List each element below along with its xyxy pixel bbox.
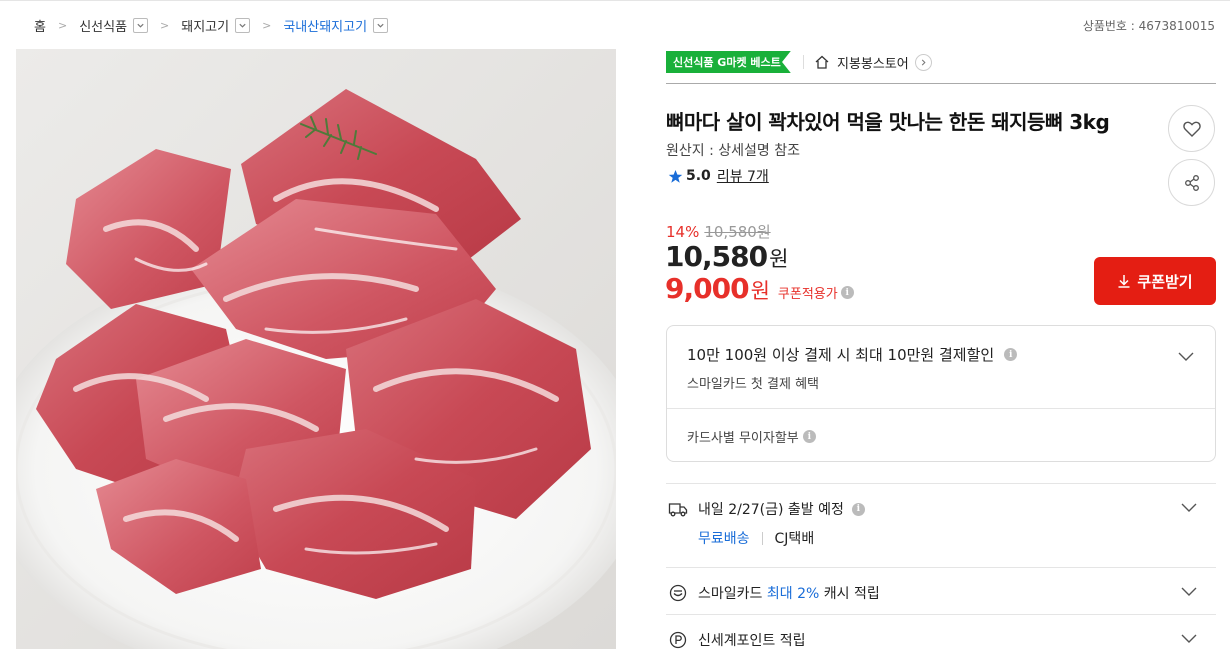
product-image[interactable] <box>16 49 616 649</box>
chevron-right-icon[interactable] <box>914 53 932 71</box>
download-icon <box>1118 275 1130 288</box>
wishlist-button[interactable] <box>1168 105 1215 152</box>
product-title: 뼈마다 살이 꽉차있어 먹을 맛나는 한돈 돼지등뼈 3kg <box>666 110 1110 134</box>
coupon-price-number: 9,000 <box>665 272 750 305</box>
smile-cash-highlight: 최대 2% <box>766 586 820 602</box>
store-link[interactable]: 지봉봉스토어 <box>814 51 932 73</box>
sale-price-number: 10,580 <box>665 240 768 273</box>
top-border <box>0 0 1230 3</box>
coupon-note-label: 쿠폰적용가 <box>777 287 838 302</box>
shipping-estimate-text: 내일 2/27(금) 출발 예정 <box>698 502 844 518</box>
p-circle-icon <box>669 631 687 649</box>
rating-summary[interactable]: 5.0 리뷰 7개 <box>668 166 769 186</box>
coupon-price: 9,000 원 쿠폰적용가 i <box>665 272 854 305</box>
header-divider <box>666 83 1216 84</box>
breadcrumb-fresh-food[interactable]: 신선식품 <box>79 16 149 35</box>
chevron-down-icon[interactable] <box>373 17 389 33</box>
review-link[interactable]: 리뷰 7개 <box>717 166 769 186</box>
coupon-download-button[interactable]: 쿠폰받기 <box>1094 257 1216 305</box>
store-name[interactable]: 지봉봉스토어 <box>837 53 909 72</box>
section-divider <box>666 483 1216 484</box>
product-number: 상품번호 : 4673810015 <box>1082 19 1215 33</box>
home-icon <box>815 55 829 69</box>
coupon-note: 쿠폰적용가 i <box>778 283 854 302</box>
smile-cash-info: 스마일카드 최대 2% 캐시 적립 <box>698 583 880 603</box>
info-icon[interactable]: i <box>1004 348 1018 361</box>
product-origin: 원산지 : 상세설명 참조 <box>666 143 800 159</box>
installment-info[interactable]: 카드사별 무이자할부 i <box>687 427 816 446</box>
heart-icon <box>1182 121 1201 137</box>
info-icon[interactable]: i <box>851 502 865 516</box>
info-icon[interactable]: i <box>840 286 854 299</box>
breadcrumb-fresh-food-label[interactable]: 신선식품 <box>79 16 127 35</box>
pork-back-bone-illustration <box>16 89 616 649</box>
free-shipping-label: 무료배송 <box>698 531 750 547</box>
shipping-estimate: 내일 2/27(금) 출발 예정 i <box>698 499 865 519</box>
original-price: 10,580원 <box>704 223 771 241</box>
section-divider <box>666 567 1216 568</box>
info-icon[interactable]: i <box>802 430 816 443</box>
chevron-down-icon[interactable] <box>1180 629 1198 647</box>
store-separator <box>803 55 804 69</box>
chevron-right-icon: > <box>262 18 272 32</box>
breadcrumb-pork-label[interactable]: 돼지고기 <box>181 16 229 35</box>
chevron-down-icon[interactable] <box>235 17 251 33</box>
discount-rate: 14% <box>666 222 700 241</box>
breadcrumb: 홈 > 신선식품 > 돼지고기 > 국내산돼지고기 <box>34 15 389 35</box>
chevron-right-icon: > <box>57 18 68 32</box>
sale-price-unit: 원 <box>769 247 788 271</box>
coupon-price-unit: 원 <box>750 279 770 303</box>
best-badge: 신선식품 G마켓 베스트 <box>666 51 791 73</box>
star-icon <box>668 169 683 183</box>
card-promo-title[interactable]: 10만 100원 이상 결제 시 최대 10만원 결제할인 i <box>687 344 1018 365</box>
card-promo-sub: 스마일카드 첫 결제 혜택 <box>687 377 819 392</box>
rating-score: 5.0 <box>686 168 711 184</box>
chevron-down-icon[interactable] <box>1177 347 1195 365</box>
breadcrumb-home-label[interactable]: 홈 <box>34 16 46 35</box>
breadcrumb-domestic-pork[interactable]: 국내산돼지고기 <box>283 16 389 35</box>
breadcrumb-domestic-pork-label[interactable]: 국내산돼지고기 <box>283 16 367 35</box>
chevron-down-icon[interactable] <box>133 17 149 33</box>
discount-row: 14% 10,580원 <box>666 221 771 242</box>
coupon-download-label[interactable]: 쿠폰받기 <box>1137 271 1192 292</box>
smile-cash-suffix: 캐시 적립 <box>823 586 880 602</box>
card-box-divider <box>667 408 1215 409</box>
carrier-label: CJ택배 <box>774 531 815 547</box>
section-divider <box>666 614 1216 615</box>
breadcrumb-pork[interactable]: 돼지고기 <box>181 16 251 35</box>
card-promo-title-text[interactable]: 10만 100원 이상 결제 시 최대 10만원 결제할인 <box>687 344 994 365</box>
truck-icon <box>668 503 688 517</box>
chevron-down-icon[interactable] <box>1180 582 1198 600</box>
card-promotion-box: 10만 100원 이상 결제 시 최대 10만원 결제할인 i 스마일카드 첫 … <box>666 325 1216 462</box>
sale-price: 10,580원 <box>665 240 788 273</box>
share-button[interactable] <box>1168 159 1215 206</box>
installment-label[interactable]: 카드사별 무이자할부 <box>687 427 799 446</box>
breadcrumb-home[interactable]: 홈 <box>34 16 46 35</box>
smile-cash-prefix: 스마일카드 <box>698 586 763 602</box>
share-icon <box>1184 174 1199 191</box>
shinsegae-points: 신세계포인트 적립 <box>698 633 806 649</box>
chevron-down-icon[interactable] <box>1180 498 1198 516</box>
chevron-right-icon: > <box>160 18 170 32</box>
shipping-separator <box>761 531 763 545</box>
shipping-details: 무료배송 CJ택배 <box>698 528 814 548</box>
smile-icon <box>669 584 687 602</box>
